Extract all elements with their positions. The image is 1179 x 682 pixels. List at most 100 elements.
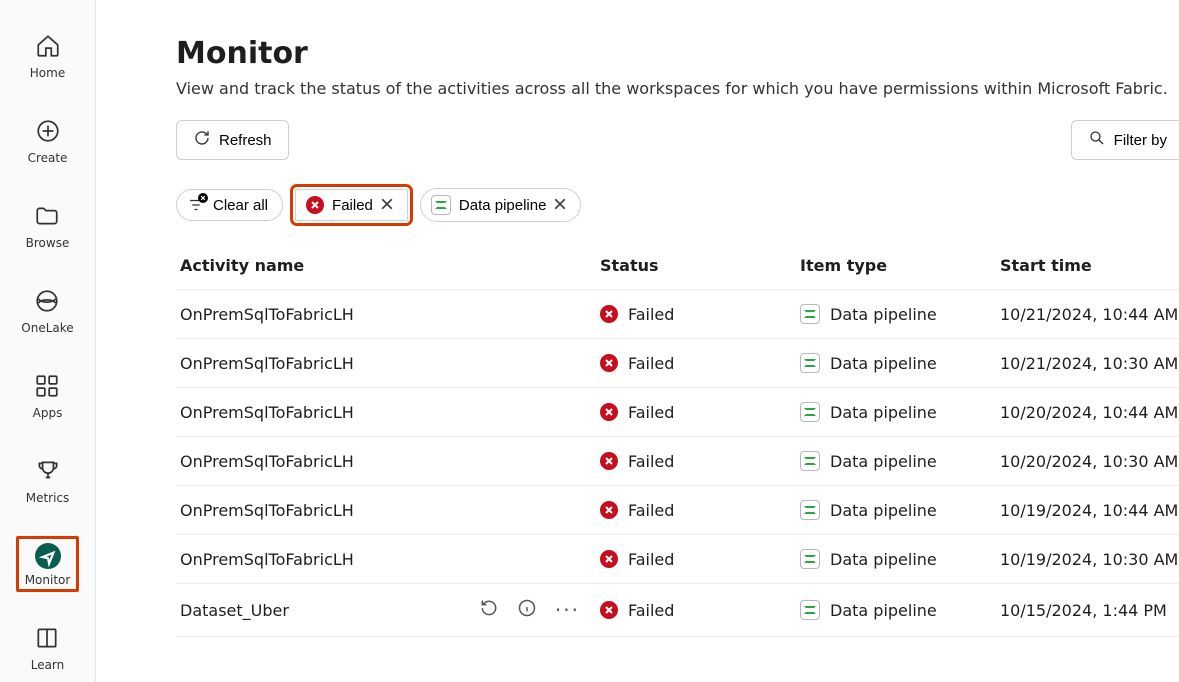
main-content: Monitor View and track the status of the… [96, 0, 1179, 682]
filter-clear-icon [187, 196, 205, 214]
item-type-cell: Data pipeline [830, 550, 937, 569]
activity-name-cell: OnPremSqlToFabricLH [180, 550, 354, 569]
clear-all-chip[interactable]: Clear all [176, 189, 283, 221]
col-status[interactable]: Status [600, 256, 800, 275]
start-time-cell: 10/19/2024, 10:44 AM [1000, 501, 1179, 520]
refresh-button[interactable]: Refresh [176, 120, 289, 160]
start-time-cell: 10/19/2024, 10:30 AM [1000, 550, 1179, 569]
nav-label: Apps [33, 406, 63, 420]
activity-name-cell: OnPremSqlToFabricLH [180, 452, 354, 471]
nav-label: Monitor [25, 573, 71, 587]
activity-name-cell: OnPremSqlToFabricLH [180, 403, 354, 422]
item-type-cell: Data pipeline [830, 501, 937, 520]
table-header-row: Activity name Status Item type Start tim… [176, 242, 1179, 290]
status-cell: Failed [628, 452, 674, 471]
folder-icon [34, 203, 60, 232]
failed-status-icon [600, 501, 618, 519]
status-cell: Failed [628, 403, 674, 422]
chip-remove-icon[interactable] [381, 197, 393, 214]
nav-item-monitor[interactable]: Monitor [16, 536, 80, 592]
table-row[interactable]: OnPremSqlToFabricLH ··· Failed Data pipe… [176, 535, 1179, 584]
failed-chip-label: Failed [332, 197, 373, 214]
pipeline-icon [431, 195, 451, 215]
activity-name-cell: OnPremSqlToFabricLH [180, 305, 354, 324]
failed-status-icon [600, 601, 618, 619]
refresh-label: Refresh [219, 132, 272, 149]
start-time-cell: 10/21/2024, 10:44 AM [1000, 305, 1179, 324]
nav-item-create[interactable]: Create [19, 111, 77, 170]
table-row[interactable]: OnPremSqlToFabricLH ··· Failed Data pipe… [176, 290, 1179, 339]
row-actions: ··· [479, 598, 580, 622]
book-icon [34, 625, 60, 654]
failed-status-icon [600, 452, 618, 470]
item-type-cell: Data pipeline [830, 452, 937, 471]
table-row[interactable]: OnPremSqlToFabricLH ··· Failed Data pipe… [176, 486, 1179, 535]
toolbar: Refresh [176, 120, 1179, 160]
pipeline-filter-chip[interactable]: Data pipeline [420, 188, 582, 222]
nav-item-apps[interactable]: Apps [24, 366, 72, 425]
onelake-icon [34, 288, 60, 317]
chip-remove-icon[interactable] [554, 197, 566, 214]
table-row[interactable]: OnPremSqlToFabricLH ··· Failed Data pipe… [176, 388, 1179, 437]
status-cell: Failed [628, 501, 674, 520]
table-row[interactable]: Dataset_Uber ··· Failed Data pipeline 10… [176, 584, 1179, 637]
nav-label: OneLake [21, 321, 73, 335]
pipeline-icon [800, 600, 820, 620]
trophy-icon [35, 458, 61, 487]
col-item-type[interactable]: Item type [800, 256, 1000, 275]
failed-filter-chip[interactable]: Failed [295, 189, 408, 221]
filter-chips: Clear all Failed Data pipeline [176, 188, 1179, 222]
page-subtitle: View and track the status of the activit… [176, 79, 1179, 98]
nav-item-home[interactable]: Home [21, 26, 74, 85]
failed-status-icon [306, 196, 324, 214]
nav-label: Create [28, 151, 68, 165]
apps-icon [34, 373, 60, 402]
table-row[interactable]: OnPremSqlToFabricLH ··· Failed Data pipe… [176, 339, 1179, 388]
col-start-time[interactable]: Start time [1000, 256, 1179, 275]
start-time-cell: 10/15/2024, 1:44 PM [1000, 601, 1179, 620]
nav-item-onelake[interactable]: OneLake [12, 281, 82, 340]
table-row[interactable]: OnPremSqlToFabricLH ··· Failed Data pipe… [176, 437, 1179, 486]
pipeline-icon [800, 549, 820, 569]
item-type-cell: Data pipeline [830, 403, 937, 422]
pipeline-icon [800, 451, 820, 471]
info-icon[interactable] [517, 598, 537, 622]
activity-name-cell: OnPremSqlToFabricLH [180, 354, 354, 373]
nav-label: Learn [31, 658, 65, 672]
filter-label: Filter by [1114, 132, 1167, 149]
home-icon [35, 33, 61, 62]
start-time-cell: 10/20/2024, 10:30 AM [1000, 452, 1179, 471]
nav-label: Metrics [26, 491, 70, 505]
failed-status-icon [600, 403, 618, 421]
rerun-icon[interactable] [479, 598, 499, 622]
pipeline-icon [800, 353, 820, 373]
start-time-cell: 10/21/2024, 10:30 AM [1000, 354, 1179, 373]
activity-table: Activity name Status Item type Start tim… [176, 242, 1179, 637]
compass-icon [35, 543, 61, 569]
item-type-cell: Data pipeline [830, 305, 937, 324]
refresh-icon [193, 129, 211, 151]
status-cell: Failed [628, 550, 674, 569]
nav-item-browse[interactable]: Browse [17, 196, 79, 255]
search-icon [1088, 129, 1106, 151]
item-type-cell: Data pipeline [830, 354, 937, 373]
filter-button[interactable]: Filter by [1071, 120, 1179, 160]
failed-status-icon [600, 550, 618, 568]
activity-name-cell: Dataset_Uber [180, 601, 289, 620]
page-title: Monitor [176, 36, 1179, 71]
nav-item-metrics[interactable]: Metrics [17, 451, 79, 510]
status-cell: Failed [628, 601, 674, 620]
start-time-cell: 10/20/2024, 10:44 AM [1000, 403, 1179, 422]
clear-all-label: Clear all [213, 197, 268, 214]
pipeline-chip-label: Data pipeline [459, 197, 547, 214]
pipeline-icon [800, 304, 820, 324]
nav-label: Browse [26, 236, 70, 250]
pipeline-icon [800, 402, 820, 422]
col-activity-name[interactable]: Activity name [180, 256, 600, 275]
failed-status-icon [600, 354, 618, 372]
status-cell: Failed [628, 305, 674, 324]
pipeline-icon [800, 500, 820, 520]
left-nav: Home Create Browse OneLake Apps [0, 0, 96, 682]
more-icon[interactable]: ··· [555, 605, 580, 615]
nav-item-learn[interactable]: Learn [22, 618, 74, 677]
